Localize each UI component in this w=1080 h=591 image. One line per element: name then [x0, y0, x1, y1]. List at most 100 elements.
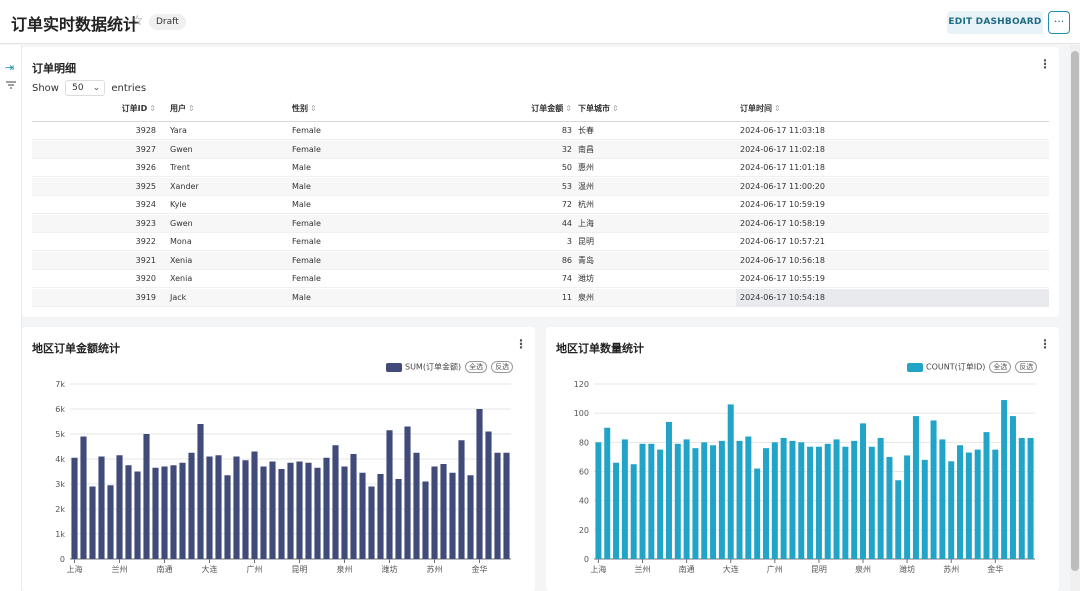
table-row[interactable]: 3919 Jack Male 11 泉州 2024-06-17 10:54:18 — [32, 288, 1049, 307]
bar[interactable] — [613, 462, 620, 559]
bar[interactable] — [692, 448, 699, 559]
bar[interactable] — [957, 445, 964, 559]
draft-badge[interactable]: Draft — [149, 14, 186, 30]
column-header-amount[interactable]: 订单金额 ⇕ — [520, 103, 572, 121]
bar[interactable] — [431, 466, 438, 560]
bar[interactable] — [206, 456, 213, 560]
bar[interactable] — [359, 472, 366, 559]
bar[interactable] — [639, 443, 646, 559]
bar[interactable] — [683, 439, 690, 559]
bar[interactable] — [895, 480, 902, 559]
bar[interactable] — [701, 442, 708, 559]
page-scrollbar[interactable] — [1070, 45, 1080, 591]
bar[interactable] — [179, 462, 186, 559]
bar[interactable] — [449, 472, 456, 559]
bar[interactable] — [762, 448, 769, 559]
bar[interactable] — [413, 452, 420, 559]
bar[interactable] — [904, 455, 911, 559]
bar[interactable] — [152, 467, 159, 559]
bar[interactable] — [992, 449, 999, 559]
bar[interactable] — [604, 427, 611, 559]
bar[interactable] — [422, 481, 429, 560]
more-options-button[interactable]: ··· — [1048, 11, 1070, 34]
bar[interactable] — [89, 486, 96, 560]
bar[interactable] — [116, 455, 123, 559]
bar[interactable] — [824, 443, 831, 559]
bar[interactable] — [798, 442, 805, 559]
bar[interactable] — [188, 452, 195, 559]
bar[interactable] — [503, 452, 510, 559]
bar[interactable] — [851, 440, 858, 559]
bar[interactable] — [1009, 416, 1016, 559]
bar[interactable] — [754, 468, 761, 559]
bar[interactable] — [745, 436, 752, 560]
bar[interactable] — [657, 449, 664, 559]
bar[interactable] — [341, 466, 348, 560]
entries-select[interactable]: 50 ⌄ — [65, 80, 106, 96]
table-row[interactable]: 3921 Xenia Female 86 青岛 2024-06-17 10:56:18 — [32, 251, 1049, 270]
bar[interactable] — [974, 449, 981, 559]
bar[interactable] — [386, 430, 393, 559]
bar[interactable] — [621, 439, 628, 559]
column-header-city[interactable]: 下单城市 ⇕ — [578, 103, 619, 121]
bar[interactable] — [948, 461, 955, 559]
bar[interactable] — [296, 461, 303, 560]
bar[interactable] — [98, 456, 105, 560]
table-row[interactable]: 3924 Kyle Male 72 杭州 2024-06-17 10:59:19 — [32, 196, 1049, 214]
bar[interactable] — [242, 460, 249, 559]
column-header-time[interactable]: 订单时间 ⇕ — [740, 103, 781, 121]
bar[interactable] — [368, 486, 375, 560]
table-row[interactable]: 3920 Xenia Female 74 潍坊 2024-06-17 10:55:19 — [32, 270, 1049, 288]
bar[interactable] — [314, 467, 321, 559]
bar[interactable] — [983, 432, 990, 559]
bar[interactable] — [1001, 400, 1008, 559]
bar[interactable] — [224, 475, 231, 559]
bar[interactable] — [80, 436, 87, 560]
bar[interactable] — [485, 431, 492, 560]
bar[interactable] — [233, 456, 240, 560]
bar[interactable] — [648, 443, 655, 559]
bar[interactable] — [1027, 437, 1034, 559]
bar[interactable] — [287, 462, 294, 559]
column-header-gender[interactable]: 性别 ⇕ — [292, 103, 317, 121]
bar[interactable] — [595, 442, 602, 559]
bar[interactable] — [930, 420, 937, 559]
column-header-user[interactable]: 用户 ⇕ — [170, 103, 195, 121]
bar[interactable] — [877, 437, 884, 559]
table-row[interactable]: 3927 Gwen Female 32 南昌 2024-06-17 11:02:18 — [32, 140, 1049, 159]
bar[interactable] — [886, 456, 893, 559]
bar[interactable] — [377, 474, 384, 559]
column-header-order-id[interactable]: 订单ID ⇕ — [110, 103, 156, 121]
bar[interactable] — [789, 440, 796, 559]
expand-sidebar-icon[interactable]: ⇥ — [5, 61, 14, 74]
bar[interactable] — [107, 485, 114, 559]
bar[interactable] — [260, 466, 267, 560]
bar[interactable] — [736, 440, 743, 559]
bar[interactable] — [674, 443, 681, 559]
bar[interactable] — [143, 434, 150, 559]
bar[interactable] — [842, 446, 849, 559]
edit-dashboard-button[interactable]: EDIT DASHBOARD — [947, 11, 1043, 34]
bar[interactable] — [780, 437, 787, 559]
bar[interactable] — [170, 465, 177, 559]
bar[interactable] — [125, 465, 132, 559]
order-detail-menu-icon[interactable]: ⋮ — [1039, 57, 1051, 71]
bar[interactable] — [323, 457, 330, 559]
bar[interactable] — [921, 459, 928, 559]
bar[interactable] — [494, 452, 501, 559]
bar[interactable] — [71, 457, 78, 559]
bar[interactable] — [251, 451, 258, 560]
bar[interactable] — [197, 424, 204, 559]
bar[interactable] — [215, 455, 222, 559]
bar[interactable] — [727, 404, 734, 559]
bar[interactable] — [833, 439, 840, 559]
table-row[interactable]: 3926 Trent Male 50 惠州 2024-06-17 11:01:18 — [32, 159, 1049, 177]
bar[interactable] — [395, 479, 402, 559]
bar[interactable] — [771, 442, 778, 559]
bar[interactable] — [807, 446, 814, 559]
bar[interactable] — [630, 464, 637, 559]
bar[interactable] — [965, 452, 972, 559]
bar[interactable] — [458, 440, 465, 559]
bar[interactable] — [939, 439, 946, 559]
filter-icon[interactable] — [5, 79, 17, 94]
